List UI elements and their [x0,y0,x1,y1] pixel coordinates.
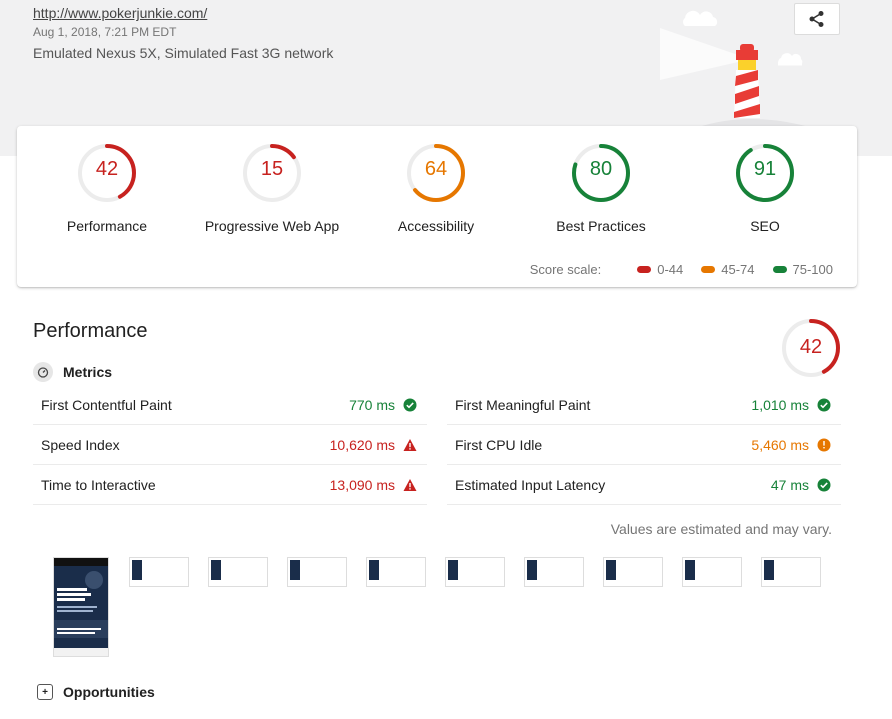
estimate-note: Values are estimated and may vary. [610,521,832,537]
score-scale-title: Score scale: [529,262,602,277]
frame-thumbnail [527,560,537,580]
report-date: Aug 1, 2018, 7:21 PM EDT [33,25,177,39]
metric-status-icon [403,398,417,412]
filmstrip-frame [287,557,347,587]
metric-status-icon [403,478,417,492]
filmstrip-frame [682,557,742,587]
gauge-score: 15 [260,158,284,180]
metric-status-icon [817,398,831,412]
filmstrip-frame [524,557,584,587]
frame-thumbnail [606,560,616,580]
scale-average: 45-74 [701,262,755,277]
filmstrip-frame-large [53,557,109,657]
frame-thumbnail [211,560,221,580]
metric-status-icon [403,438,417,452]
metrics-right-column: First Meaningful Paint 1,010 ms First CPU … [447,385,841,505]
warning-triangle-icon [403,438,417,451]
gauge-label: Best Practices [556,218,646,234]
scale-pass: 75-100 [772,262,833,277]
score-gauge-best-practices[interactable]: 80 Best Practices [526,142,676,234]
metric-row: Time to Interactive 13,090 ms [33,465,427,505]
metric-name: Time to Interactive [41,476,156,493]
check-icon [403,398,417,411]
metric-status-icon [817,478,831,492]
metrics-left-column: First Contentful Paint 770 ms Speed Index 1… [33,385,427,505]
frame-thumbnail [290,560,300,580]
filmstrip-frame [445,557,505,587]
frame-thumbnail [764,560,774,580]
score-scale: Score scale: 0-44 45-74 75-100 [530,262,833,277]
gauge-label: SEO [750,218,780,234]
performance-score-value: 42 [799,336,823,358]
scale-fail-label: 0-44 [657,262,684,277]
scale-average-label: 45-74 [721,262,755,277]
metric-row: Speed Index 10,620 ms [33,425,427,465]
filmstrip-frame [129,557,189,587]
filmstrip-frame [603,557,663,587]
metrics-header: Metrics [33,362,112,382]
metrics-title: Metrics [63,364,113,380]
frame-thumbnail [132,560,142,580]
check-icon [817,398,831,411]
filmstrip-frame [208,557,268,587]
metric-row: First CPU Idle 5,460 ms [447,425,841,465]
score-gauge-performance[interactable]: 42 Performance [32,142,182,234]
scale-fail: 0-44 [637,262,683,277]
opportunities-title: Opportunities [63,684,155,700]
check-icon [817,478,831,491]
metric-name: First Meaningful Paint [455,396,591,413]
gauge-score: 91 [753,158,777,180]
frame-thumbnail [685,560,695,580]
score-gauge-progressive-web-app[interactable]: 15 Progressive Web App [197,142,347,234]
opportunities-header: + Opportunities [37,684,155,700]
gauge-score: 64 [424,158,448,180]
gauge-label: Performance [66,218,148,234]
metric-name: First Contentful Paint [41,396,172,413]
metric-value: 47 ms [770,476,809,493]
metric-row: First Contentful Paint 770 ms [33,385,427,425]
frame-thumbnail [448,560,458,580]
opportunities-icon: + [37,684,53,700]
metric-value: 1,010 ms [751,396,809,413]
score-gauge-accessibility[interactable]: 64 Accessibility [361,142,511,234]
gauge-score: 42 [95,158,119,180]
metric-value: 10,620 ms [329,436,395,453]
metric-value: 5,460 ms [751,436,809,453]
metric-name: Estimated Input Latency [455,476,606,493]
frame-thumbnail [369,560,379,580]
metric-name: First CPU Idle [455,436,543,453]
filmstrip-frame [761,557,821,587]
report-environment: Emulated Nexus 5X, Simulated Fast 3G net… [33,45,334,61]
lighthouse-illustration [660,10,820,130]
score-gauge-seo[interactable]: 91 SEO [690,142,840,234]
info-circle-icon [817,438,831,451]
report-url-link[interactable]: http://www.pokerjunkie.com/ [33,5,207,21]
gauge-score: 80 [589,158,613,180]
metric-name: Speed Index [41,436,120,453]
filmstrip-frame [366,557,426,587]
stopwatch-icon [33,362,53,382]
scale-pass-label: 75-100 [792,262,833,277]
metric-value: 13,090 ms [329,476,395,493]
metric-status-icon [817,438,831,452]
warning-triangle-icon [403,478,417,491]
performance-section-title: Performance [33,320,148,342]
summary-card: 42 Performance 15 Progressive Web App 64 Acce… [17,126,857,287]
metric-row: Estimated Input Latency 47 ms [447,465,841,505]
gauge-label: Progressive Web App [204,218,340,234]
metric-row: First Meaningful Paint 1,010 ms [447,385,841,425]
gauge-label: Accessibility [397,218,475,234]
metric-value: 770 ms [349,396,395,413]
